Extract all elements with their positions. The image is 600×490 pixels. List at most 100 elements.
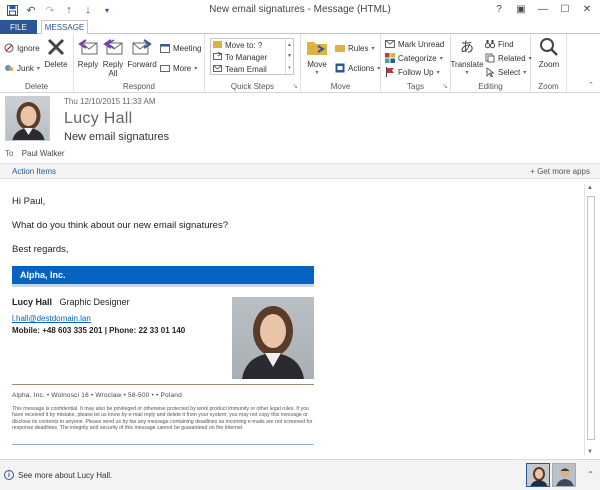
zoom-group-label: Zoom <box>538 82 559 91</box>
move-group: Move ▾ Rules ▾ Actions ▾ Move <box>301 34 381 93</box>
scroll-up-icon[interactable]: ▲ <box>287 42 292 48</box>
move-group-label: Move <box>330 82 351 91</box>
respond-group: Reply Reply All Forward Meeting More ▾ R… <box>74 34 205 93</box>
scroll-down-icon[interactable]: ▼ <box>587 449 593 455</box>
close-icon[interactable]: ✕ <box>576 1 598 17</box>
meeting-button[interactable]: Meeting <box>160 42 201 54</box>
quick-step-move-to[interactable]: Move to: ? <box>211 39 293 51</box>
find-button[interactable]: Find <box>485 38 514 50</box>
sender-name[interactable]: Lucy Hall <box>64 110 133 128</box>
rules-button[interactable]: Rules ▾ <box>335 42 374 54</box>
translate-button[interactable]: あ Translate ▾ <box>450 36 483 78</box>
quick-steps-scroll[interactable]: ▲ ▼ ▾ <box>285 39 293 74</box>
people-pane-info[interactable]: i See more about Lucy Hall. <box>4 470 112 480</box>
folder-move-icon <box>306 36 328 58</box>
delete-icon <box>45 36 67 58</box>
people-thumb-recipient[interactable] <box>552 463 576 487</box>
signature-bottom-rule <box>12 444 314 445</box>
ignore-button[interactable]: Ignore <box>4 42 40 54</box>
cursor-icon <box>485 67 495 77</box>
team-email-icon <box>213 64 222 74</box>
more-respond-button[interactable]: More ▾ <box>160 62 197 74</box>
quick-steps-group-label: Quick Steps <box>230 82 275 91</box>
collapse-ribbon-icon[interactable]: ⌃ <box>588 81 594 89</box>
editing-group: あ Translate ▾ Find Related ▾ Select ▾ Ed… <box>450 34 532 93</box>
related-icon <box>485 53 495 63</box>
signature-email-link[interactable]: l.hall@destdomain.lan <box>12 314 91 323</box>
action-items-link[interactable]: Action Items <box>12 167 56 176</box>
chevron-down-icon: ▾ <box>436 69 440 76</box>
mark-unread-button[interactable]: Mark Unread <box>385 38 444 50</box>
translate-icon: あ <box>460 38 474 55</box>
scroll-up-icon[interactable]: ▲ <box>587 185 593 191</box>
signature-name-line: Lucy Hall Graphic Designer <box>12 297 130 307</box>
chevron-down-icon: ▾ <box>523 69 527 76</box>
tab-message[interactable]: MESSAGE <box>41 20 88 35</box>
message-header: Thu 12/10/2015 11:33 AM Lucy Hall New em… <box>0 93 600 163</box>
people-pane: i See more about Lucy Hall. ⌃ <box>0 459 600 490</box>
ribbon-display-icon[interactable]: ▣ <box>510 1 532 17</box>
chevron-down-icon: ▾ <box>371 45 375 52</box>
categorize-button[interactable]: Categorize ▾ <box>385 52 443 64</box>
ribbon: Ignore Junk ▾ Delete Delete Reply Reply … <box>0 34 600 93</box>
signature-phone: Mobile: +48 603 335 201 | Phone: 22 33 0… <box>12 326 186 335</box>
junk-button[interactable]: Junk ▾ <box>4 62 40 74</box>
zoom-button[interactable]: Zoom <box>535 36 563 69</box>
minimize-icon[interactable]: — <box>532 1 554 17</box>
expand-icon[interactable]: ▾ <box>288 65 291 71</box>
scroll-down-icon[interactable]: ▼ <box>287 53 292 59</box>
ribbon-tabs: FILE MESSAGE <box>0 20 600 35</box>
quick-step-to-manager[interactable]: To Manager <box>211 51 293 63</box>
scrollbar-thumb[interactable] <box>587 196 595 440</box>
flag-icon <box>385 67 395 77</box>
delete-group: Ignore Junk ▾ Delete Delete <box>0 34 74 93</box>
recipient-name[interactable]: Paul Walker <box>22 149 65 158</box>
magnifier-icon <box>538 36 560 58</box>
chevron-down-icon: ▾ <box>315 70 319 76</box>
body-closing: Best regards, <box>12 244 69 255</box>
folder-icon <box>213 40 222 50</box>
actions-icon <box>335 63 345 73</box>
signature-title: Graphic Designer <box>59 297 130 307</box>
help-icon[interactable]: ? <box>488 1 510 17</box>
quick-steps-gallery: Move to: ? To Manager Team Email ▲ ▼ ▾ <box>210 38 294 75</box>
dialog-launcher-icon[interactable]: ↘ <box>442 82 448 90</box>
rules-icon <box>335 43 345 53</box>
maximize-icon[interactable]: ☐ <box>554 1 576 17</box>
signature-address: Alpha, Inc. • Wolnosci 16 • Wroclaw • 58… <box>12 392 182 399</box>
title-bar: ↶ ↷ ↑ ↓ ▾ New email signatures - Message… <box>0 0 600 20</box>
reply-all-button[interactable]: Reply All <box>101 36 125 78</box>
plus-icon: + <box>530 167 535 176</box>
forward-icon <box>131 36 153 58</box>
move-button[interactable]: Move ▾ <box>304 36 330 78</box>
get-more-apps-button[interactable]: + Get more apps <box>530 167 590 176</box>
info-icon: i <box>4 470 14 480</box>
select-button[interactable]: Select ▾ <box>485 66 526 78</box>
tab-file[interactable]: FILE <box>0 20 37 34</box>
more-icon <box>160 63 170 73</box>
dialog-launcher-icon[interactable]: ↘ <box>292 82 298 90</box>
junk-icon <box>4 63 14 73</box>
message-date: Thu 12/10/2015 11:33 AM <box>64 97 156 106</box>
window-controls: ? ▣ — ☐ ✕ <box>488 1 598 17</box>
actions-button[interactable]: Actions ▾ <box>335 62 380 74</box>
follow-up-button[interactable]: Follow Up ▾ <box>385 66 440 78</box>
reply-button[interactable]: Reply <box>76 36 100 69</box>
mail-icon <box>385 39 395 49</box>
expand-people-pane-icon[interactable]: ⌃ <box>587 470 594 479</box>
message-body: Hi Paul, What do you think about our new… <box>0 180 584 457</box>
people-thumb-sender[interactable] <box>526 463 550 487</box>
delete-group-label: Delete <box>24 82 49 91</box>
delete-button[interactable]: Delete <box>42 36 70 69</box>
quick-step-team-email[interactable]: Team Email <box>211 63 293 75</box>
chevron-down-icon: ▾ <box>194 65 198 72</box>
sender-avatar[interactable] <box>5 96 50 141</box>
forward-button[interactable]: Forward <box>127 36 157 69</box>
signature-company-banner: Alpha, Inc. <box>12 266 314 284</box>
body-scrollbar[interactable]: ▲ ▼ <box>584 184 596 456</box>
signature-disclaimer: This message is confidential. It may als… <box>12 406 313 431</box>
signature-name: Lucy Hall <box>12 297 53 307</box>
related-button[interactable]: Related ▾ <box>485 52 532 64</box>
chevron-down-icon: ▾ <box>36 65 40 72</box>
ignore-icon <box>4 43 14 53</box>
